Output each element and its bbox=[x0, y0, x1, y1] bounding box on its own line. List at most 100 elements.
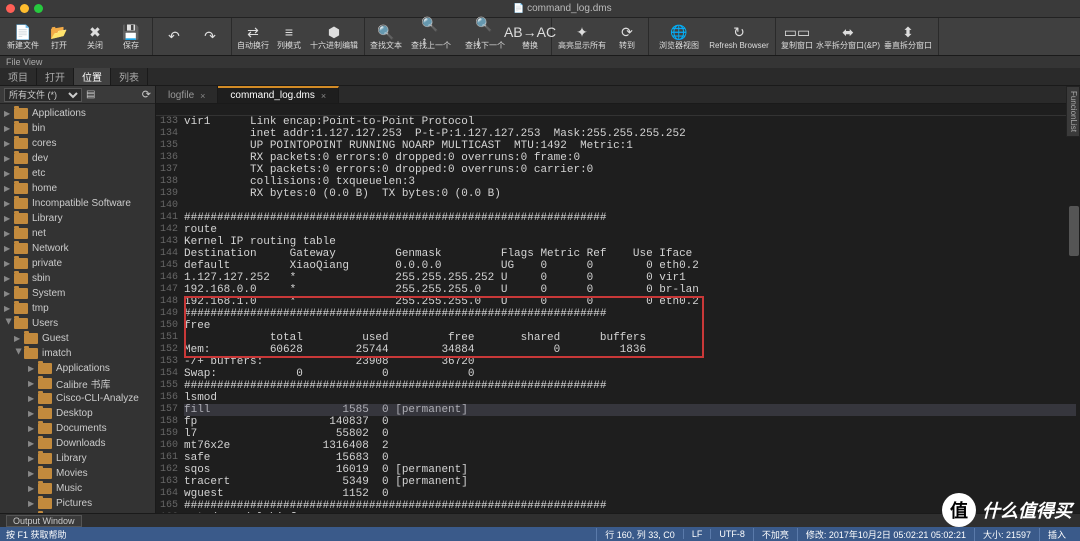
tree-item-Guest[interactable]: ▶Guest bbox=[0, 331, 155, 346]
scrollbar-thumb[interactable] bbox=[1069, 206, 1079, 256]
code-line[interactable]: 144Destination Gateway Genmask Flags Met… bbox=[156, 248, 1080, 260]
ribbon-替换[interactable]: AB→AC替换 bbox=[513, 20, 547, 54]
tree-item-Movies[interactable]: ▶Movies bbox=[0, 466, 155, 481]
tree-item-Applications[interactable]: ▶Applications bbox=[0, 361, 155, 376]
tree-item-dev[interactable]: ▶dev bbox=[0, 151, 155, 166]
tree-arrow-icon[interactable]: ▶ bbox=[4, 289, 14, 298]
ribbon-新建文件[interactable]: 📄新建文件 bbox=[6, 20, 40, 54]
editor-tab-logfile[interactable]: logfile× bbox=[156, 86, 218, 103]
code-line[interactable]: 159l7 55802 0 bbox=[156, 428, 1080, 440]
ribbon-列模式[interactable]: ≡列模式 bbox=[272, 20, 306, 54]
tree-arrow-icon[interactable]: ▶ bbox=[4, 154, 14, 163]
tree-arrow-icon[interactable]: ▶ bbox=[28, 499, 38, 508]
ribbon-水平拆分窗口(&P)[interactable]: ⬌水平拆分窗口(&P) bbox=[816, 20, 880, 54]
tree-item-bin[interactable]: ▶bin bbox=[0, 121, 155, 136]
code-line[interactable]: 137 TX packets:0 errors:0 dropped:0 over… bbox=[156, 164, 1080, 176]
ribbon-Refresh Browser[interactable]: ↻Refresh Browser bbox=[707, 20, 771, 54]
tree-item-tmp[interactable]: ▶tmp bbox=[0, 301, 155, 316]
tree-item-Downloads[interactable]: ▶Downloads bbox=[0, 436, 155, 451]
tree-arrow-icon[interactable]: ▶ bbox=[28, 439, 38, 448]
tree-item-Network[interactable]: ▶Network bbox=[0, 241, 155, 256]
tree-arrow-icon[interactable]: ▶ bbox=[28, 424, 38, 433]
code-line[interactable]: 157fill 1585 0 [permanent] bbox=[156, 404, 1080, 416]
side-tab-列表[interactable]: 列表 bbox=[111, 68, 148, 85]
tree-item-Library[interactable]: ▶Library bbox=[0, 451, 155, 466]
code-line[interactable]: 133vir1 Link encap:Point-to-Point Protoc… bbox=[156, 116, 1080, 128]
code-line[interactable]: 166cat /proc/slabinfo bbox=[156, 512, 1080, 513]
tree-arrow-icon[interactable]: ▶ bbox=[4, 199, 14, 208]
tree-item-Calibre 书库[interactable]: ▶Calibre 书库 bbox=[0, 376, 155, 391]
tree-item-net[interactable]: ▶net bbox=[0, 226, 155, 241]
close-window-icon[interactable] bbox=[6, 4, 15, 13]
ribbon-十六进制编辑[interactable]: ⬢十六进制编辑 bbox=[308, 20, 360, 54]
refresh-tree-icon[interactable]: ⟳ bbox=[142, 88, 151, 101]
code-line[interactable]: 139 RX bytes:0 (0.0 B) TX bytes:0 (0.0 B… bbox=[156, 188, 1080, 200]
tree-arrow-icon[interactable]: ▶ bbox=[5, 319, 14, 329]
code-line[interactable]: 153-/+ buffers: 23908 36720 bbox=[156, 356, 1080, 368]
tree-item-Cisco-CLI-Analyze[interactable]: ▶Cisco-CLI-Analyze bbox=[0, 391, 155, 406]
tree-arrow-icon[interactable]: ▶ bbox=[28, 394, 38, 403]
tree-item-sbin[interactable]: ▶sbin bbox=[0, 271, 155, 286]
code-line[interactable]: 150free bbox=[156, 320, 1080, 332]
tree-arrow-icon[interactable]: ▶ bbox=[14, 334, 24, 343]
code-line[interactable]: 162sqos 16019 0 [permanent] bbox=[156, 464, 1080, 476]
tree-item-home[interactable]: ▶home bbox=[0, 181, 155, 196]
function-list-tab[interactable]: FuncionList bbox=[1066, 86, 1080, 137]
code-line[interactable]: 148192.168.1.0 * 255.255.255.0 U 0 0 0 e… bbox=[156, 296, 1080, 308]
tree-item-Applications[interactable]: ▶Applications bbox=[0, 106, 155, 121]
ribbon-↷[interactable]: ↷ bbox=[193, 20, 227, 54]
ribbon-垂直拆分窗口[interactable]: ⬍垂直拆分窗口 bbox=[882, 20, 934, 54]
tree-arrow-icon[interactable]: ▶ bbox=[4, 304, 14, 313]
tree-arrow-icon[interactable]: ▶ bbox=[4, 139, 14, 148]
code-line[interactable]: 136 RX packets:0 errors:0 dropped:0 over… bbox=[156, 152, 1080, 164]
tree-arrow-icon[interactable]: ▶ bbox=[4, 244, 14, 253]
ribbon-↶[interactable]: ↶ bbox=[157, 20, 191, 54]
code-line[interactable]: 135 UP POINTOPOINT RUNNING NOARP MULTICA… bbox=[156, 140, 1080, 152]
ribbon-打开[interactable]: 📂打开 bbox=[42, 20, 76, 54]
code-line[interactable]: 141#####################################… bbox=[156, 212, 1080, 224]
ribbon-复制窗口[interactable]: ▭▭复制窗口 bbox=[780, 20, 814, 54]
tree-arrow-icon[interactable]: ▶ bbox=[4, 109, 14, 118]
code-line[interactable]: 165#####################################… bbox=[156, 500, 1080, 512]
tree-item-etc[interactable]: ▶etc bbox=[0, 166, 155, 181]
file-filter-select[interactable]: 所有文件 (*) bbox=[4, 88, 82, 102]
ribbon-高亮显示所有[interactable]: ✦高亮显示所有 bbox=[556, 20, 608, 54]
tab-close-icon[interactable]: × bbox=[321, 91, 326, 101]
ribbon-转到[interactable]: ⟳转到 bbox=[610, 20, 644, 54]
tree-item-private[interactable]: ▶private bbox=[0, 256, 155, 271]
tree-item-cores[interactable]: ▶cores bbox=[0, 136, 155, 151]
tree-arrow-icon[interactable]: ▶ bbox=[28, 469, 38, 478]
code-line[interactable]: 154Swap: 0 0 0 bbox=[156, 368, 1080, 380]
code-line[interactable]: 142route bbox=[156, 224, 1080, 236]
tree-arrow-icon[interactable]: ▶ bbox=[4, 184, 14, 193]
minimize-window-icon[interactable] bbox=[20, 4, 29, 13]
ribbon-保存[interactable]: 💾保存 bbox=[114, 20, 148, 54]
code-line[interactable]: 145default XiaoQiang 0.0.0.0 UG 0 0 0 et… bbox=[156, 260, 1080, 272]
code-line[interactable]: 151 total used free shared buffers bbox=[156, 332, 1080, 344]
code-line[interactable]: 149#####################################… bbox=[156, 308, 1080, 320]
tree-arrow-icon[interactable]: ▶ bbox=[4, 214, 14, 223]
code-line[interactable]: 160mt76x2e 1316408 2 bbox=[156, 440, 1080, 452]
tab-close-icon[interactable]: × bbox=[200, 91, 205, 101]
maximize-window-icon[interactable] bbox=[34, 4, 43, 13]
ribbon-查找文本[interactable]: 🔍查找文本 bbox=[369, 20, 403, 54]
side-tab-打开[interactable]: 打开 bbox=[37, 68, 74, 85]
ribbon-关闭[interactable]: ✖关闭 bbox=[78, 20, 112, 54]
file-tree[interactable]: ▶Applications▶bin▶cores▶dev▶etc▶home▶Inc… bbox=[0, 104, 155, 513]
tree-arrow-icon[interactable]: ▶ bbox=[4, 274, 14, 283]
tree-item-Documents[interactable]: ▶Documents bbox=[0, 421, 155, 436]
tree-item-Incompatible Software[interactable]: ▶Incompatible Software bbox=[0, 196, 155, 211]
code-line[interactable]: 161safe 15683 0 bbox=[156, 452, 1080, 464]
tree-arrow-icon[interactable]: ▶ bbox=[28, 454, 38, 463]
output-window-tab[interactable]: Output Window bbox=[0, 513, 1080, 527]
code-line[interactable]: 163tracert 5349 0 [permanent] bbox=[156, 476, 1080, 488]
tree-icon[interactable]: ▤ bbox=[86, 89, 95, 100]
tree-arrow-icon[interactable]: ▶ bbox=[4, 229, 14, 238]
tree-item-Library[interactable]: ▶Library bbox=[0, 211, 155, 226]
code-line[interactable]: 152Mem: 60628 25744 34884 0 1836 bbox=[156, 344, 1080, 356]
ribbon-查找上一个[interactable]: 🔍↑查找上一个 bbox=[405, 20, 457, 54]
tree-arrow-icon[interactable]: ▶ bbox=[15, 349, 24, 359]
tree-arrow-icon[interactable]: ▶ bbox=[28, 379, 38, 388]
tree-item-Music[interactable]: ▶Music bbox=[0, 481, 155, 496]
code-line[interactable]: 156lsmod bbox=[156, 392, 1080, 404]
